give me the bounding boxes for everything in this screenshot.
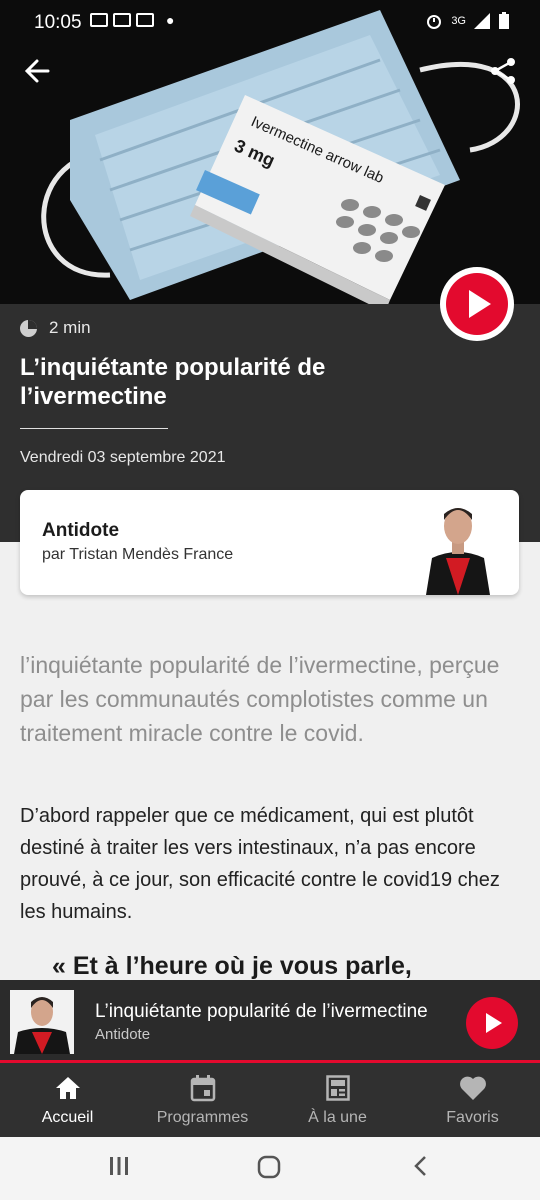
show-byline: par Tristan Mendès France xyxy=(42,546,234,563)
nav-item-programmes[interactable]: Programmes xyxy=(135,1063,270,1137)
article-date: Vendredi 03 septembre 2021 xyxy=(20,449,226,466)
duration: 2 min xyxy=(20,318,91,338)
chevron-left-icon xyxy=(414,1156,426,1176)
play-button[interactable] xyxy=(440,267,514,341)
home-icon xyxy=(55,1077,80,1099)
more-notifications-icon: ● xyxy=(166,12,175,28)
status-right: 3G xyxy=(425,12,510,30)
nav-label: Accueil xyxy=(41,1109,94,1126)
duration-text: 2 min xyxy=(49,318,91,337)
share-button[interactable] xyxy=(488,56,518,94)
back-button[interactable] xyxy=(22,56,52,94)
system-nav-bar xyxy=(0,1137,540,1200)
host-photo xyxy=(422,498,494,595)
notification-icon xyxy=(113,13,131,27)
article-title: L’inquiétante popularité de l’ivermectin… xyxy=(20,354,326,410)
mini-player-title: L’inquiétante popularité de l’ivermectin… xyxy=(95,1001,428,1022)
signal-icon xyxy=(474,13,490,29)
mini-play-button[interactable] xyxy=(466,997,518,1049)
nav-label: Programmes xyxy=(156,1109,249,1126)
status-time: 10:05 xyxy=(34,12,82,33)
notification-icons xyxy=(90,13,154,27)
play-icon xyxy=(486,1013,502,1033)
news-icon xyxy=(325,1075,350,1101)
article-paragraph: D’abord rappeler que ce médicament, qui … xyxy=(20,805,500,923)
calendar-icon xyxy=(190,1075,215,1102)
show-name: Antidote xyxy=(42,520,120,541)
arrow-left-icon xyxy=(24,59,50,83)
title-divider xyxy=(20,428,168,429)
bottom-nav: Accueil Programmes À la une Favoris xyxy=(0,1063,540,1137)
notification-icon xyxy=(136,13,154,27)
recents-button[interactable] xyxy=(108,1155,130,1182)
show-card[interactable]: Antidote par Tristan Mendès France xyxy=(20,490,519,595)
network-type: 3G xyxy=(451,15,466,27)
mini-player[interactable]: L’inquiétante popularité de l’ivermectin… xyxy=(0,980,540,1062)
status-bar: 10:05 ● 3G xyxy=(0,0,540,46)
nav-label: À la une xyxy=(308,1109,367,1126)
alarm-icon xyxy=(427,15,442,29)
clock-icon xyxy=(20,319,37,337)
heart-icon xyxy=(459,1076,486,1100)
battery-icon xyxy=(499,12,509,29)
article-lead: l’inquiétante popularité de l’ivermectin… xyxy=(20,652,500,746)
recents-icon xyxy=(110,1157,128,1175)
nav-item-favoris[interactable]: Favoris xyxy=(405,1063,540,1137)
share-icon xyxy=(491,58,515,84)
home-circle-icon xyxy=(257,1155,281,1179)
mini-player-subtitle: Antidote xyxy=(95,1026,151,1043)
play-icon xyxy=(469,290,491,318)
nav-label: Favoris xyxy=(446,1109,499,1126)
system-back-button[interactable] xyxy=(410,1155,432,1182)
mini-player-thumbnail xyxy=(10,990,74,1054)
article-quote: « Et à l’heure où je vous parle, xyxy=(52,952,412,980)
play-icon-bg xyxy=(446,273,508,335)
nav-item-accueil[interactable]: Accueil xyxy=(0,1063,135,1137)
notification-icon xyxy=(90,13,108,27)
nav-item-a-la-une[interactable]: À la une xyxy=(270,1063,405,1137)
home-system-button[interactable] xyxy=(257,1155,281,1184)
